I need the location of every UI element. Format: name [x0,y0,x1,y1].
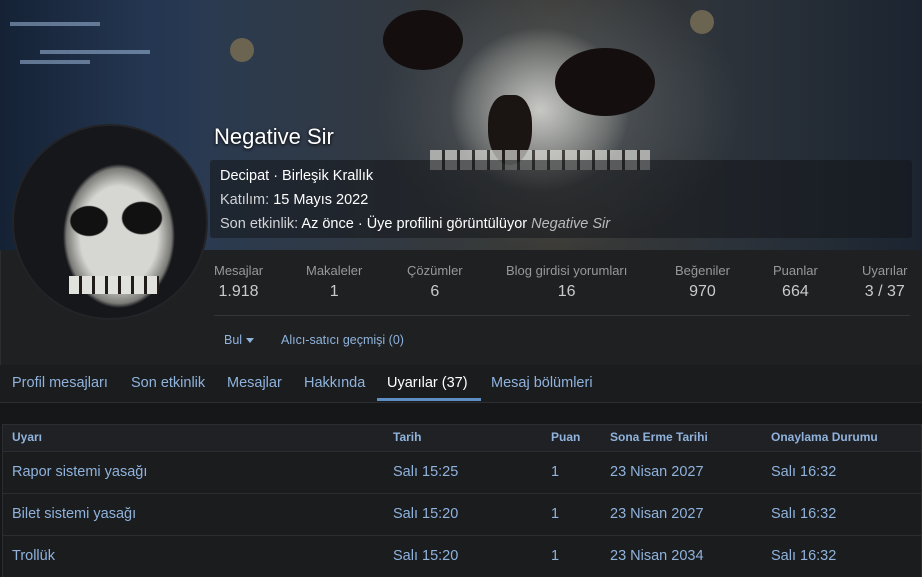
stat-value: 6 [430,283,440,300]
stat-articles[interactable]: Makaleler 1 [306,263,362,301]
caret-down-icon [246,338,255,344]
stats-divider [214,315,910,316]
activity-value: Az önce · Üye profilini görüntülüyor [301,216,528,232]
tab-postings[interactable]: Mesajlar [227,375,282,391]
stat-value: 16 [557,283,576,300]
joined-label: Katılım: [220,192,270,208]
trade-history-link[interactable]: Alıcı-satıcı geçmişi (0) [281,333,404,347]
stat-solutions[interactable]: Çözümler 6 [407,263,463,301]
col-warning[interactable]: Uyarı [12,430,42,444]
warning-title[interactable]: Rapor sistemi yasağı [12,464,147,480]
stat-value: 3 / 37 [864,283,905,300]
stat-label: Çözümler [407,263,463,278]
col-points[interactable]: Puan [551,430,580,444]
tab-thread-sections[interactable]: Mesaj bölümleri [491,375,593,391]
stat-label: Beğeniler [675,263,730,278]
stat-label: Makaleler [306,263,363,278]
stat-points[interactable]: Puanlar 664 [773,263,818,301]
warning-points: 1 [551,464,560,480]
warning-approval: Salı 16:32 [771,548,837,564]
tab-profile-posts[interactable]: Profil mesajları [12,375,108,391]
tab-about[interactable]: Hakkında [304,375,365,391]
stat-label: Blog girdisi yorumları [506,263,628,278]
stat-label: Mesajlar [214,263,264,278]
activity-target: Negative Sir [531,216,611,232]
active-tab-indicator [377,398,481,401]
tab-latest-activity[interactable]: Son etkinlik [131,375,205,391]
warning-date: Salı 15:25 [393,464,459,480]
profile-location: Decipat · Birleşik Krallık [220,168,374,184]
warning-points: 1 [551,506,560,522]
profile-avatar[interactable] [12,124,208,320]
find-menu-button[interactable]: Bul [224,333,255,347]
stat-likes[interactable]: Beğeniler 970 [675,263,730,301]
warning-expiry: 23 Nisan 2027 [610,464,704,480]
warning-title[interactable]: Trollük [12,548,55,564]
stat-messages[interactable]: Mesajlar 1.918 [214,263,263,301]
activity-label: Son etkinlik: [220,216,299,232]
stat-value: 664 [782,283,809,300]
warning-date: Salı 15:20 [393,506,459,522]
find-label: Bul [224,333,243,347]
profile-username: Negative Sir [214,124,334,149]
stat-label: Puanlar [773,263,818,278]
warning-points: 1 [551,548,560,564]
stat-label: Uyarılar [862,263,908,278]
warning-approval: Salı 16:32 [771,464,837,480]
profile-joined: Katılım: 15 Mayıs 2022 [220,192,368,208]
stat-blog-comments[interactable]: Blog girdisi yorumları 16 [506,263,627,301]
col-expiry[interactable]: Sona Erme Tarihi [610,430,708,444]
warning-approval: Salı 16:32 [771,506,837,522]
stat-warnings[interactable]: Uyarılar 3 / 37 [862,263,908,301]
col-approval[interactable]: Onaylama Durumu [771,430,878,444]
col-date[interactable]: Tarih [393,430,421,444]
stat-value: 1.918 [218,283,259,300]
warning-title[interactable]: Bilet sistemi yasağı [12,506,136,522]
profile-last-activity: Son etkinlik: Az önce · Üye profilini gö… [220,216,610,232]
warning-date: Salı 15:20 [393,548,459,564]
warning-expiry: 23 Nisan 2027 [610,506,704,522]
tab-warnings[interactable]: Uyarılar (37) [387,375,468,391]
joined-value: 15 Mayıs 2022 [273,192,369,208]
warning-expiry: 23 Nisan 2034 [610,548,704,564]
stat-value: 1 [329,283,339,300]
stat-value: 970 [689,283,716,300]
